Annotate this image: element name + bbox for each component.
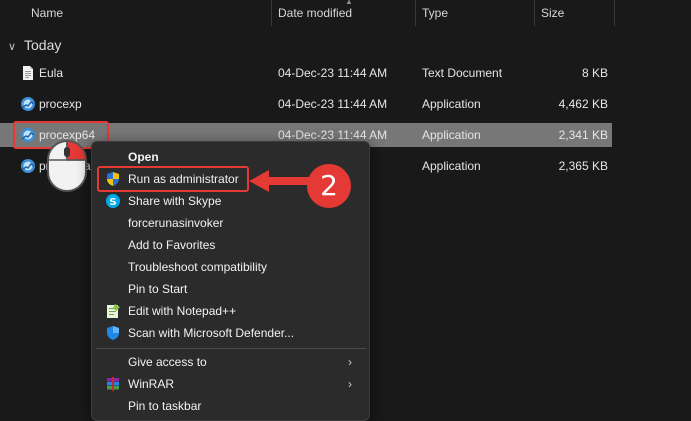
file-size: 4,462 KB bbox=[558, 97, 608, 111]
chevron-right-icon: › bbox=[348, 355, 352, 369]
file-type: Text Document bbox=[422, 66, 503, 80]
svg-text:S: S bbox=[109, 197, 116, 208]
file-row[interactable]: Eula 04-Dec-23 11:44 AM Text Document 8 … bbox=[0, 61, 612, 85]
menu-item-winrar[interactable]: WinRAR › bbox=[96, 373, 366, 395]
column-header: Name ▲ Date modified Type Size bbox=[0, 0, 691, 26]
menu-item-label: Share with Skype bbox=[128, 194, 222, 208]
column-separator[interactable] bbox=[614, 0, 615, 26]
menu-item-troubleshoot-compatibility[interactable]: Troubleshoot compatibility bbox=[96, 256, 366, 278]
menu-item-label: Scan with Microsoft Defender... bbox=[128, 326, 295, 340]
application-icon bbox=[21, 97, 35, 111]
menu-item-label: Edit with Notepad++ bbox=[128, 304, 237, 318]
menu-item-label: Add to Favorites bbox=[128, 238, 216, 252]
file-date: 04-Dec-23 11:44 AM bbox=[278, 66, 388, 80]
menu-item-label: Pin to taskbar bbox=[128, 399, 202, 413]
chevron-right-icon: › bbox=[348, 377, 352, 391]
mouse-right-click-icon bbox=[47, 140, 87, 192]
file-size: 2,365 KB bbox=[558, 159, 608, 173]
menu-item-pin-to-start[interactable]: Pin to Start bbox=[96, 278, 366, 300]
application-icon bbox=[21, 159, 35, 173]
column-size[interactable]: Size bbox=[541, 0, 564, 26]
menu-item-label: Pin to Start bbox=[128, 282, 188, 296]
file-size: 8 KB bbox=[581, 66, 608, 80]
file-size: 2,341 KB bbox=[558, 128, 608, 142]
menu-item-label: Open bbox=[128, 150, 159, 164]
group-label: Today bbox=[24, 37, 62, 53]
menu-item-pin-to-taskbar[interactable]: Pin to taskbar bbox=[96, 395, 366, 417]
skype-icon: S bbox=[106, 194, 120, 208]
column-name[interactable]: Name bbox=[31, 0, 63, 26]
file-row[interactable]: procexp 04-Dec-23 11:44 AM Application 4… bbox=[0, 92, 612, 116]
highlight-box-run-as-admin bbox=[97, 166, 249, 192]
menu-item-label: WinRAR bbox=[128, 377, 175, 391]
callout-arrow-icon bbox=[249, 170, 311, 192]
file-type: Application bbox=[422, 159, 481, 173]
column-separator[interactable] bbox=[534, 0, 535, 26]
column-type[interactable]: Type bbox=[422, 0, 448, 26]
file-type: Application bbox=[422, 97, 481, 111]
menu-item-scan-with-defender[interactable]: Scan with Microsoft Defender... bbox=[96, 322, 366, 344]
defender-shield-icon bbox=[107, 326, 119, 340]
menu-item-label: forcerunasinvoker bbox=[128, 216, 224, 230]
winrar-icon bbox=[107, 377, 119, 391]
file-date: 04-Dec-23 11:44 AM bbox=[278, 97, 388, 111]
group-header-today[interactable]: ∨ Today bbox=[8, 35, 61, 55]
step-number-badge: 2 bbox=[307, 164, 351, 208]
menu-item-give-access-to[interactable]: Give access to › bbox=[96, 351, 366, 373]
file-name: Eula bbox=[39, 66, 64, 80]
chevron-down-icon: ∨ bbox=[8, 41, 17, 53]
file-type: Application bbox=[422, 128, 481, 142]
file-name: procexp bbox=[39, 97, 82, 111]
column-separator[interactable] bbox=[415, 0, 416, 26]
text-document-icon bbox=[23, 66, 33, 80]
menu-item-edit-with-notepadpp[interactable]: Edit with Notepad++ bbox=[96, 300, 366, 322]
column-date-modified[interactable]: Date modified bbox=[278, 0, 352, 26]
menu-item-label: Troubleshoot compatibility bbox=[128, 260, 267, 274]
notepadpp-icon bbox=[107, 304, 120, 318]
column-separator[interactable] bbox=[271, 0, 272, 26]
menu-item-forcerunasinvoker[interactable]: forcerunasinvoker bbox=[96, 212, 366, 234]
menu-item-add-to-favorites[interactable]: Add to Favorites bbox=[96, 234, 366, 256]
menu-separator bbox=[96, 348, 366, 349]
menu-item-label: Give access to bbox=[128, 355, 207, 369]
